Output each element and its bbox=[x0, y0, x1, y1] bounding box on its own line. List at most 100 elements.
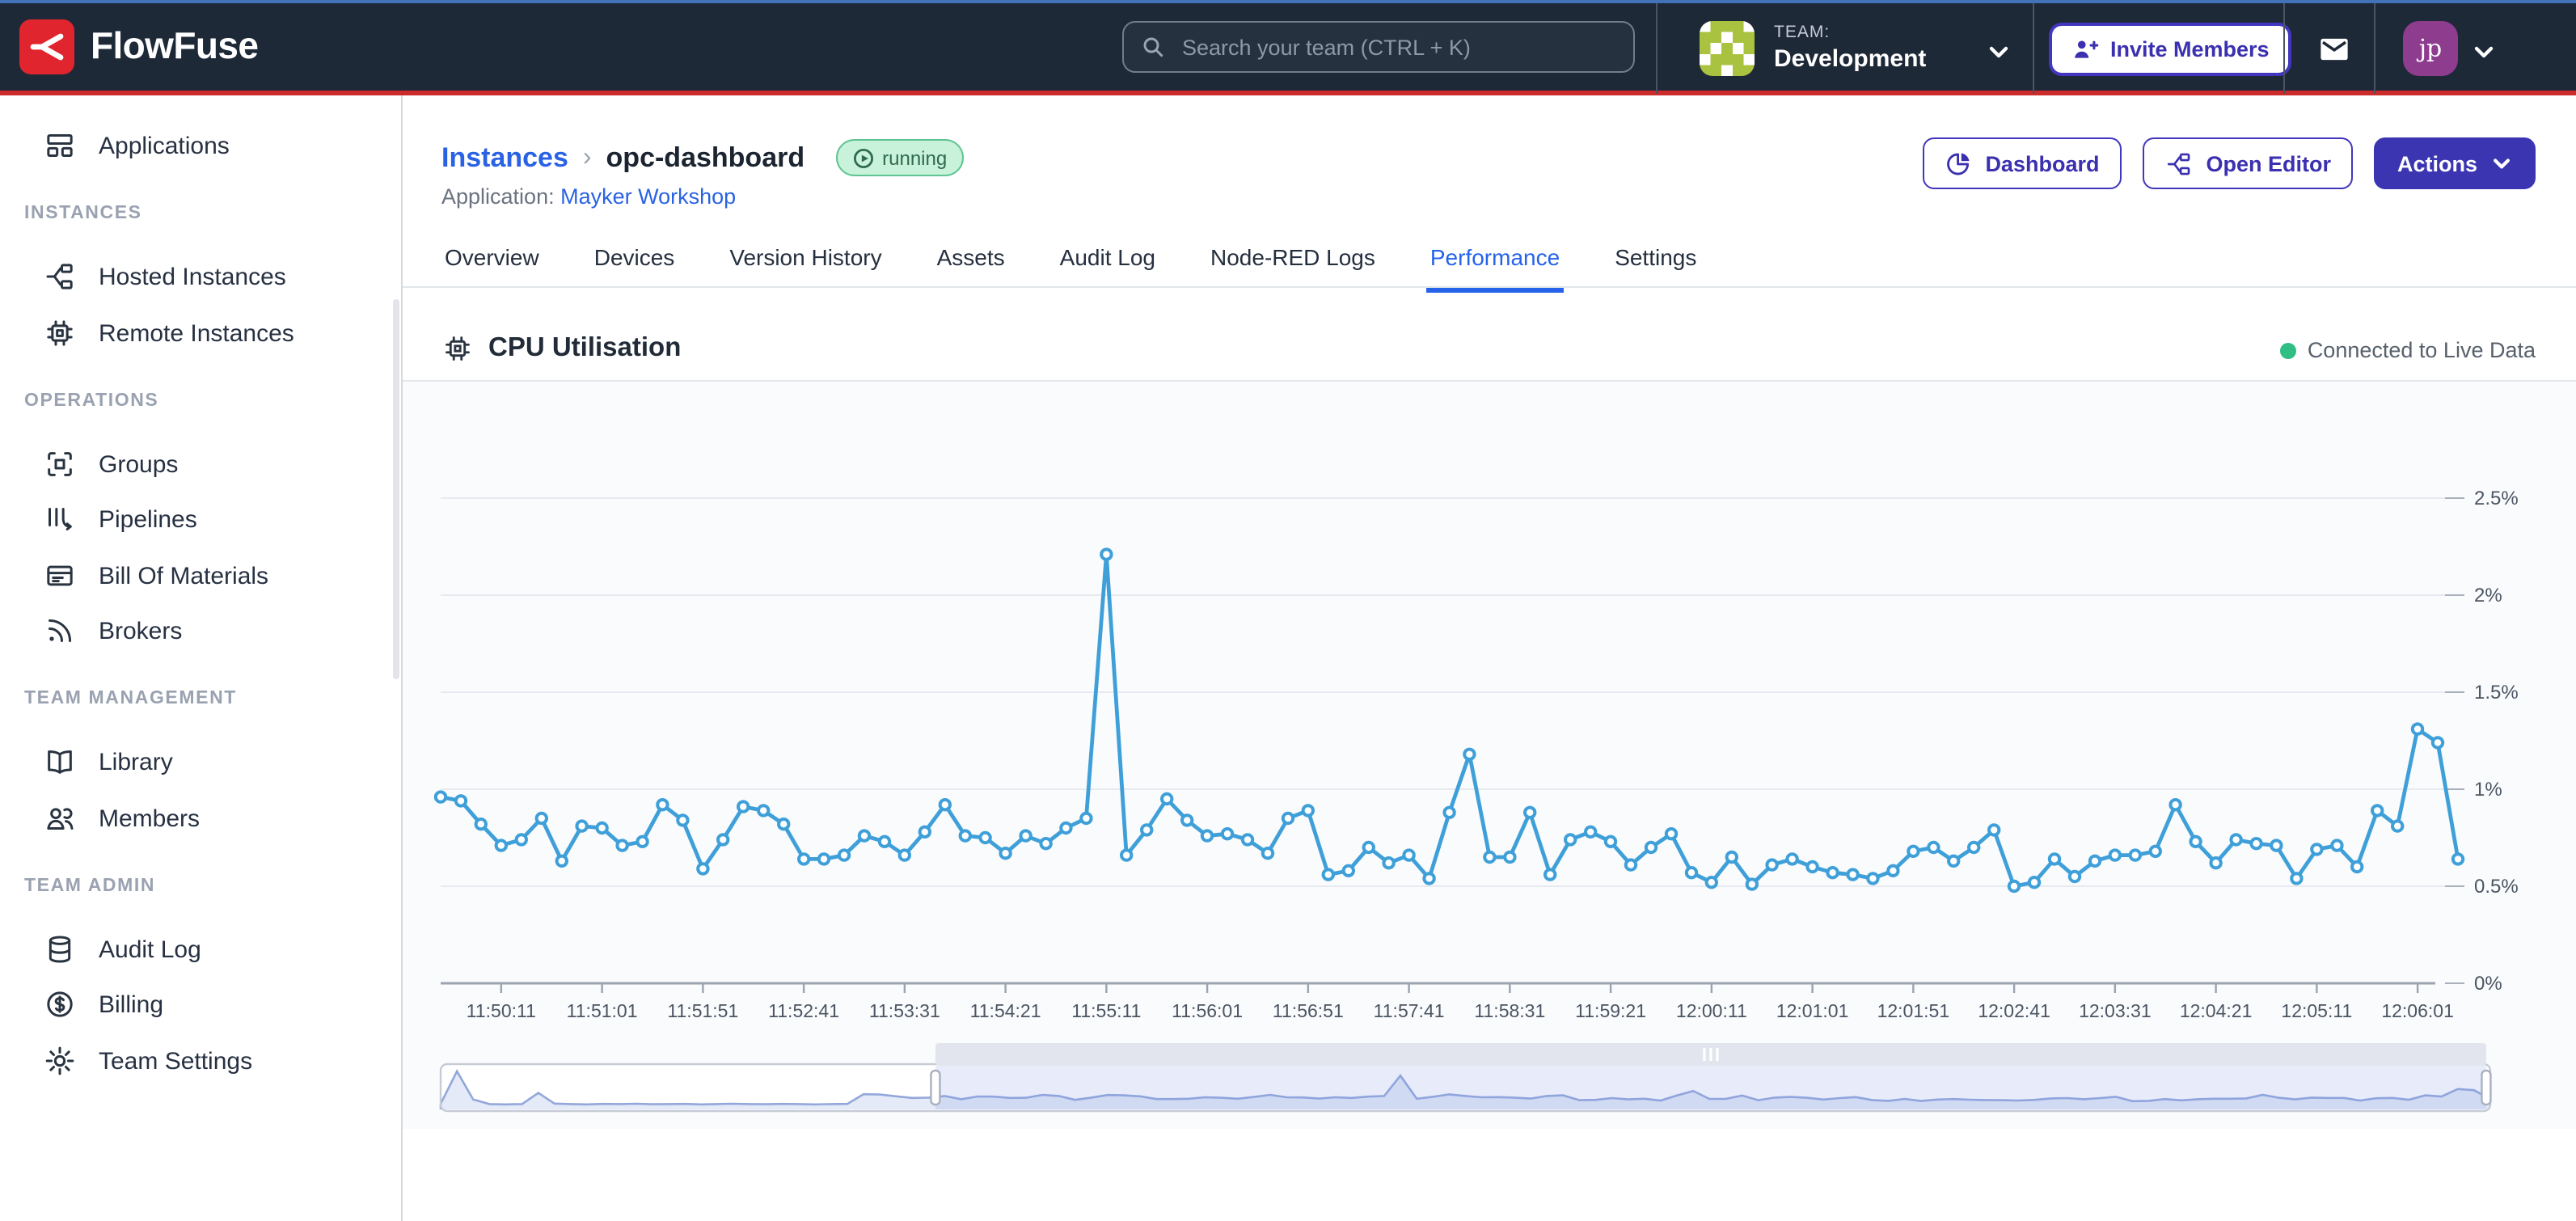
data-point-marker bbox=[1182, 815, 1192, 825]
breadcrumb-instances-link[interactable]: Instances bbox=[441, 142, 568, 174]
open-editor-button[interactable]: Open Editor bbox=[2143, 137, 2354, 189]
tab-devices[interactable]: Devices bbox=[591, 234, 678, 293]
brand-title[interactable]: FlowFuse bbox=[91, 24, 258, 68]
tab-audit-log[interactable]: Audit Log bbox=[1057, 234, 1159, 293]
invite-members-button[interactable]: Invite Members bbox=[2049, 23, 2292, 76]
team-search[interactable] bbox=[1122, 21, 1635, 73]
play-circle-icon bbox=[851, 146, 874, 169]
data-point-marker bbox=[1263, 848, 1273, 858]
data-point-marker bbox=[576, 821, 586, 830]
data-point-marker bbox=[2251, 839, 2261, 848]
data-point-marker bbox=[880, 837, 889, 847]
data-point-marker bbox=[678, 815, 687, 825]
chart-title: CPU Utilisation bbox=[441, 333, 681, 364]
tab-performance[interactable]: Performance bbox=[1427, 234, 1563, 293]
tab-overview[interactable]: Overview bbox=[441, 234, 543, 293]
data-point-marker bbox=[517, 834, 526, 844]
data-point-marker bbox=[1142, 825, 1151, 834]
tab-settings[interactable]: Settings bbox=[1611, 234, 1700, 293]
breadcrumb: Instances › opc-dashboard running bbox=[441, 139, 963, 176]
brush-selection[interactable] bbox=[935, 1066, 2486, 1109]
instance-tabs: OverviewDevicesVersion HistoryAssetsAudi… bbox=[403, 234, 2576, 288]
data-point-marker bbox=[1827, 868, 1837, 877]
data-point-marker bbox=[2453, 854, 2463, 864]
top-navbar: FlowFuse TEAM: Development bbox=[0, 0, 2576, 95]
actions-button[interactable]: Actions bbox=[2375, 137, 2536, 189]
live-data-status: Connected to Live Data bbox=[2280, 338, 2536, 362]
brush-handle-left[interactable] bbox=[931, 1071, 940, 1105]
tab-node-red-logs[interactable]: Node-RED Logs bbox=[1207, 234, 1379, 293]
flowfuse-logo-icon[interactable] bbox=[19, 19, 74, 74]
data-point-marker bbox=[940, 800, 950, 809]
team-chevron-down-icon[interactable] bbox=[1986, 39, 2012, 65]
cpu-chart-area: 0%0.5%1%1.5%2%2.5%11:50:1111:51:0111:51:… bbox=[0, 382, 2576, 1142]
x-axis-label: 12:02:41 bbox=[1978, 1000, 2050, 1021]
connected-dot-icon bbox=[2280, 342, 2296, 358]
cpu-utilisation-chart[interactable]: 0%0.5%1%1.5%2%2.5%11:50:1111:51:0111:51:… bbox=[0, 382, 2576, 1142]
data-point-marker bbox=[1747, 879, 1757, 889]
team-name[interactable]: Development bbox=[1774, 45, 1926, 73]
data-point-marker bbox=[597, 823, 606, 833]
data-point-marker bbox=[2190, 837, 2200, 847]
user-plus-icon bbox=[2071, 36, 2099, 63]
data-point-marker bbox=[980, 833, 990, 843]
search-input[interactable] bbox=[1179, 33, 1617, 61]
team-avatar[interactable] bbox=[1700, 21, 1755, 76]
navbar-divider bbox=[1656, 3, 1658, 94]
x-axis-label: 11:51:51 bbox=[667, 1000, 738, 1021]
dashboard-button[interactable]: Dashboard bbox=[1922, 137, 2122, 189]
navbar-divider bbox=[2374, 3, 2375, 94]
data-point-marker bbox=[1000, 848, 1010, 858]
data-point-marker bbox=[1646, 843, 1656, 852]
data-point-marker bbox=[617, 840, 627, 850]
sidebar-item-applications[interactable]: Applications bbox=[44, 129, 230, 162]
remote-instances-icon bbox=[44, 317, 76, 349]
x-axis-label: 11:58:31 bbox=[1474, 1000, 1545, 1021]
data-point-marker bbox=[2372, 805, 2382, 815]
x-axis-label: 12:01:51 bbox=[1877, 1000, 1950, 1021]
data-point-marker bbox=[1767, 860, 1776, 869]
data-point-marker bbox=[738, 801, 748, 811]
navbar-divider bbox=[2033, 3, 2034, 94]
data-point-marker bbox=[779, 819, 788, 829]
x-axis-label: 11:51:01 bbox=[567, 1000, 638, 1021]
data-point-marker bbox=[2352, 862, 2362, 872]
brush-handle-right[interactable] bbox=[2481, 1071, 2490, 1105]
data-point-marker bbox=[657, 800, 667, 809]
brush-grip-icon bbox=[1716, 1048, 1718, 1061]
data-point-marker bbox=[2050, 854, 2059, 864]
data-point-marker bbox=[2433, 737, 2443, 747]
data-point-marker bbox=[2291, 873, 2301, 883]
data-point-marker bbox=[2170, 800, 2180, 809]
data-point-marker bbox=[920, 827, 930, 837]
page-title: opc-dashboard bbox=[606, 142, 805, 174]
data-point-marker bbox=[1505, 852, 1514, 862]
user-menu-chevron-down-icon[interactable] bbox=[2471, 39, 2497, 65]
data-point-marker bbox=[1424, 873, 1434, 883]
data-point-marker bbox=[2090, 856, 2100, 866]
data-point-marker bbox=[1868, 873, 1877, 883]
mail-icon[interactable] bbox=[2314, 32, 2354, 66]
data-point-marker bbox=[2392, 821, 2402, 830]
actions-chevron-down-icon bbox=[2490, 152, 2513, 175]
data-point-marker bbox=[1565, 834, 1575, 844]
application-link[interactable]: Mayker Workshop bbox=[560, 184, 736, 209]
data-point-marker bbox=[799, 854, 809, 864]
tab-version-history[interactable]: Version History bbox=[726, 234, 885, 293]
data-point-marker bbox=[2271, 840, 2281, 850]
data-point-marker bbox=[758, 805, 768, 815]
data-point-marker bbox=[2231, 834, 2240, 844]
y-axis-label: 2.5% bbox=[2474, 488, 2519, 509]
x-axis-label: 12:01:01 bbox=[1776, 1000, 1849, 1021]
data-point-marker bbox=[1908, 847, 1918, 856]
user-avatar[interactable]: jp bbox=[2403, 21, 2458, 76]
data-point-marker bbox=[1787, 854, 1797, 864]
sidebar-item-remote-instances[interactable]: Remote Instances bbox=[44, 317, 294, 349]
tab-assets[interactable]: Assets bbox=[934, 234, 1008, 293]
brush-grip-icon bbox=[1703, 1048, 1705, 1061]
sidebar-item-hosted-instances[interactable]: Hosted Instances bbox=[44, 260, 286, 293]
data-point-marker bbox=[2130, 850, 2140, 860]
data-point-marker bbox=[1344, 866, 1353, 876]
data-point-marker bbox=[1949, 856, 1958, 866]
data-point-marker bbox=[1303, 805, 1313, 815]
